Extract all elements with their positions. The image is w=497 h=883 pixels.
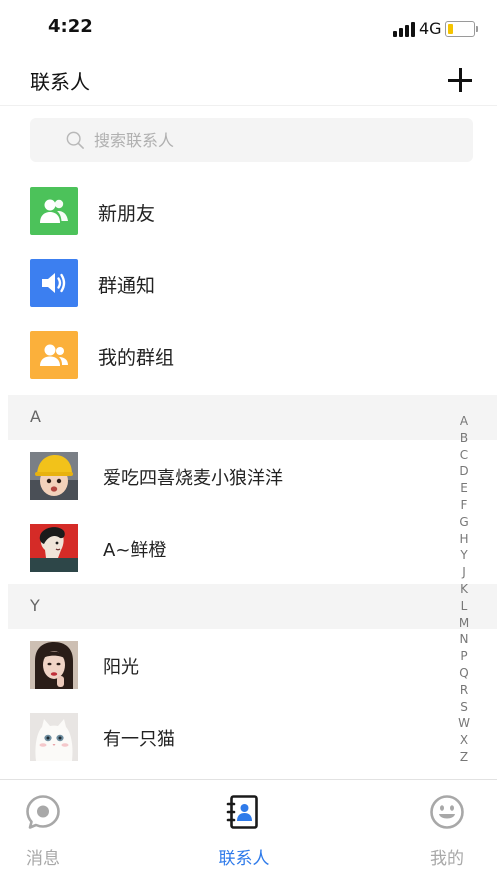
tab-me[interactable]: 我的 [397, 780, 497, 883]
header: 联系人 [0, 56, 497, 106]
status-time: 4:22 [48, 16, 93, 37]
new-friends-label: 新朋友 [98, 203, 156, 225]
search-icon [66, 131, 84, 149]
index-letter[interactable]: B [454, 430, 474, 447]
avatar [30, 452, 78, 500]
index-letter[interactable]: Q [454, 665, 474, 682]
index-letter[interactable]: L [454, 598, 474, 615]
search-input[interactable] [94, 118, 454, 162]
contacts-book-icon [226, 795, 258, 829]
index-letter[interactable]: G [454, 514, 474, 531]
contact-row[interactable]: 阳光 [0, 629, 497, 701]
tab-bar: 消息 联系人 我的 [0, 779, 497, 883]
tab-messages[interactable]: 消息 [0, 780, 93, 883]
index-letter[interactable]: M [454, 615, 474, 632]
index-letter[interactable]: R [454, 682, 474, 699]
index-letter[interactable]: E [454, 480, 474, 497]
index-letter[interactable]: K [454, 581, 474, 598]
tab-label: 消息 [26, 849, 60, 869]
index-letter[interactable]: A [454, 413, 474, 430]
index-letter[interactable]: J [454, 564, 474, 581]
contact-row[interactable]: 爱吃四喜烧麦小狼洋洋 [0, 440, 497, 512]
contact-name: 爱吃四喜烧麦小狼洋洋 [103, 468, 283, 489]
index-letter[interactable]: W [454, 715, 474, 732]
tab-label: 联系人 [218, 849, 270, 869]
index-letter[interactable]: Z [454, 749, 474, 766]
index-letter[interactable]: X [454, 732, 474, 749]
tab-label: 我的 [430, 849, 464, 869]
contact-row[interactable]: A~鲜橙 [0, 512, 497, 584]
section-header-a: A [8, 395, 497, 440]
my-groups-label: 我的群组 [98, 347, 175, 369]
alphabet-index[interactable]: ABCDEFGHYJKLMNPQRSWXZ [454, 413, 474, 766]
index-letter[interactable]: N [454, 631, 474, 648]
index-letter[interactable]: S [454, 699, 474, 716]
contact-name: A~鲜橙 [103, 540, 167, 561]
group-icon [30, 331, 78, 379]
index-letter[interactable]: H [454, 531, 474, 548]
index-letter[interactable]: P [454, 648, 474, 665]
my-groups-item[interactable]: 我的群组 [0, 319, 497, 391]
section-letter: Y [30, 596, 40, 615]
section-header-y: Y [8, 584, 497, 629]
section-letter: A [30, 407, 41, 426]
avatar [30, 641, 78, 689]
smiley-icon [430, 795, 464, 829]
new-friends-item[interactable]: 新朋友 [0, 175, 497, 247]
battery-level [448, 24, 453, 34]
message-bubble-icon [26, 795, 60, 829]
group-notice-item[interactable]: 群通知 [0, 247, 497, 319]
speaker-icon [30, 259, 78, 307]
contact-name: 阳光 [103, 657, 139, 678]
add-contact-button[interactable] [446, 66, 474, 94]
signal-icon [393, 22, 415, 37]
battery-icon [445, 21, 478, 37]
group-notice-label: 群通知 [98, 275, 156, 297]
index-letter[interactable]: Y [454, 547, 474, 564]
status-bar: 4:22 4G [0, 0, 497, 56]
new-friend-icon [30, 187, 78, 235]
contact-row[interactable]: 有一只猫 [0, 701, 497, 773]
index-letter[interactable]: F [454, 497, 474, 514]
search-box[interactable] [30, 118, 473, 162]
avatar [30, 524, 78, 572]
page-title: 联系人 [30, 70, 90, 94]
avatar [30, 713, 78, 761]
index-letter[interactable]: C [454, 447, 474, 464]
network-type: 4G [419, 19, 442, 38]
tab-contacts[interactable]: 联系人 [194, 780, 294, 883]
contact-name: 有一只猫 [103, 729, 175, 750]
index-letter[interactable]: D [454, 463, 474, 480]
